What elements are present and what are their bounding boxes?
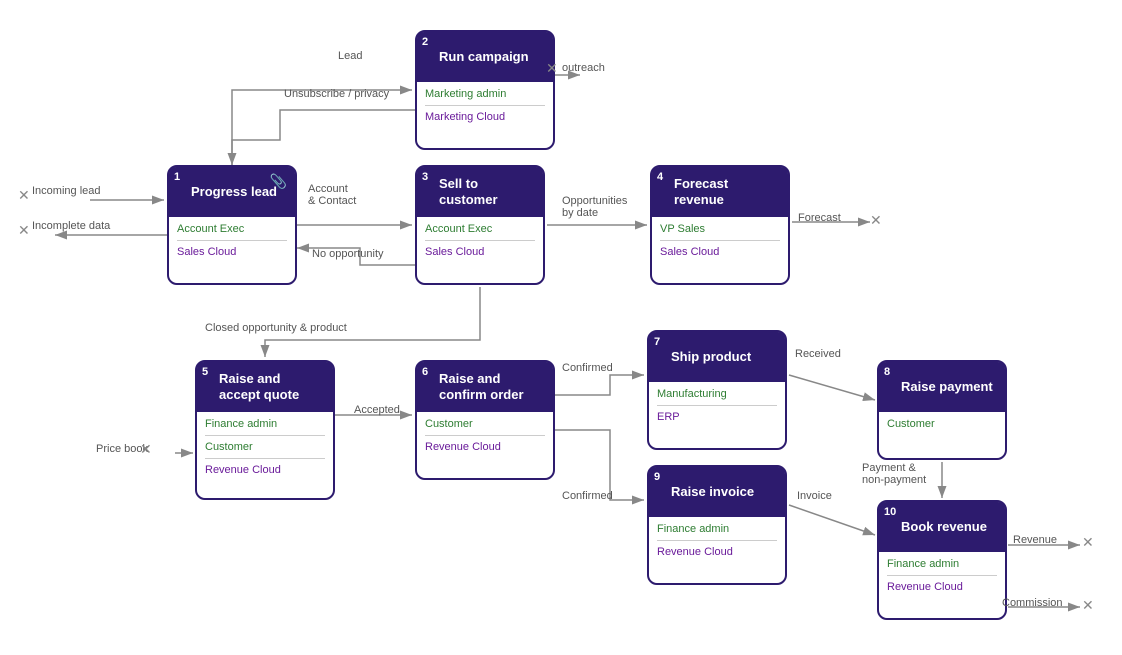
end-x-commission: ✕ (1082, 597, 1094, 614)
end-x-revenue: ✕ (1082, 534, 1094, 551)
node-role-n6-0: Customer (425, 418, 545, 430)
node-system-n7: ERP (657, 411, 777, 423)
node-n3: 3 Sell to customer Account Exec Sales Cloud (415, 165, 545, 285)
node-n10: 10 Book revenue Finance admin Revenue Cloud (877, 500, 1007, 620)
node-n9: 9 Raise invoice Finance admin Revenue Cloud (647, 465, 787, 585)
node-role-n7-0: Manufacturing (657, 388, 777, 400)
node-num-n3: 3 (422, 171, 428, 183)
label-received: Received (795, 348, 841, 360)
node-num-n4: 4 (657, 171, 663, 183)
node-title-n3: Sell to customer (439, 176, 535, 207)
node-num-n7: 7 (654, 336, 660, 348)
node-num-n6: 6 (422, 366, 428, 378)
node-title-n2: Run campaign (439, 49, 529, 65)
node-role-n5-1: Customer (205, 441, 325, 453)
label-lead: Lead (338, 50, 362, 62)
label-invoice: Invoice (797, 490, 832, 502)
node-title-n1: Progress lead (191, 184, 277, 200)
node-n7: 7 Ship product Manufacturing ERP (647, 330, 787, 450)
label-no-opportunity: No opportunity (312, 248, 384, 260)
node-num-n10: 10 (884, 506, 896, 518)
node-title-n6: Raise and confirm order (439, 371, 545, 402)
label-payment: Payment &non-payment (862, 462, 926, 486)
node-title-n10: Book revenue (901, 519, 987, 535)
label-opportunities: Opportunitiesby date (562, 195, 627, 219)
node-system-n10: Revenue Cloud (887, 581, 997, 593)
node-title-n5: Raise and accept quote (219, 371, 325, 402)
node-role-n8-0: Customer (887, 418, 997, 430)
paperclip-icon: 📎 (270, 173, 287, 190)
process-diagram: 📎1Progress leadAccount ExecSales Cloud2R… (0, 0, 1122, 655)
label-commission: Commission (1002, 597, 1063, 609)
end-x-outreach: ✕ (546, 60, 558, 77)
node-system-n6: Revenue Cloud (425, 441, 545, 453)
node-role-n9-0: Finance admin (657, 523, 777, 535)
node-num-n8: 8 (884, 366, 890, 378)
node-n2: 2 Run campaign Marketing admin Marketing Cl… (415, 30, 555, 150)
node-num-n2: 2 (422, 36, 428, 48)
end-x-forecast: ✕ (870, 212, 882, 229)
node-role-n1-0: Account Exec (177, 223, 287, 235)
label-closed-opp: Closed opportunity & product (205, 322, 347, 334)
node-role-n4-0: VP Sales (660, 223, 780, 235)
end-x-incoming: ✕ (18, 187, 30, 204)
node-role-n2-0: Marketing admin (425, 88, 545, 100)
label-incoming-lead: Incoming lead (32, 185, 101, 197)
node-title-n4: Forecast revenue (674, 176, 780, 207)
label-outreach: outreach (562, 62, 605, 74)
node-num-n9: 9 (654, 471, 660, 483)
node-system-n5: Revenue Cloud (205, 464, 325, 476)
node-n4: 4 Forecast revenue VP Sales Sales Cloud (650, 165, 790, 285)
label-accepted: Accepted (354, 404, 400, 416)
node-role-n3-0: Account Exec (425, 223, 535, 235)
end-x-incomplete: ✕ (18, 222, 30, 239)
label-confirmed-bot: Confirmed (562, 490, 613, 502)
node-title-n8: Raise payment (901, 379, 993, 395)
node-num-n1: 1 (174, 171, 180, 183)
label-confirmed-top: Confirmed (562, 362, 613, 374)
node-n1: 📎 1 Progress lead Account Exec Sales Cloud (167, 165, 297, 285)
end-x-pricebook: ✕ (140, 441, 152, 458)
node-title-n9: Raise invoice (671, 484, 754, 500)
node-system-n2: Marketing Cloud (425, 111, 545, 123)
node-title-n7: Ship product (671, 349, 751, 365)
node-role-n10-0: Finance admin (887, 558, 997, 570)
node-n6: 6 Raise and confirm order Customer Revenue … (415, 360, 555, 480)
node-n5: 5 Raise and accept quote Finance admin Cust… (195, 360, 335, 500)
node-role-n5-0: Finance admin (205, 418, 325, 430)
label-incomplete-data: Incomplete data (32, 220, 110, 232)
node-num-n5: 5 (202, 366, 208, 378)
node-system-n1: Sales Cloud (177, 246, 287, 258)
node-system-n3: Sales Cloud (425, 246, 535, 258)
label-forecast: Forecast (798, 212, 841, 224)
node-system-n9: Revenue Cloud (657, 546, 777, 558)
node-system-n4: Sales Cloud (660, 246, 780, 258)
label-unsubscribe: Unsubscribe / privacy (284, 88, 389, 100)
label-revenue: Revenue (1013, 534, 1057, 546)
node-n8: 8 Raise payment Customer (877, 360, 1007, 460)
label-account-contact: Account& Contact (308, 183, 356, 207)
